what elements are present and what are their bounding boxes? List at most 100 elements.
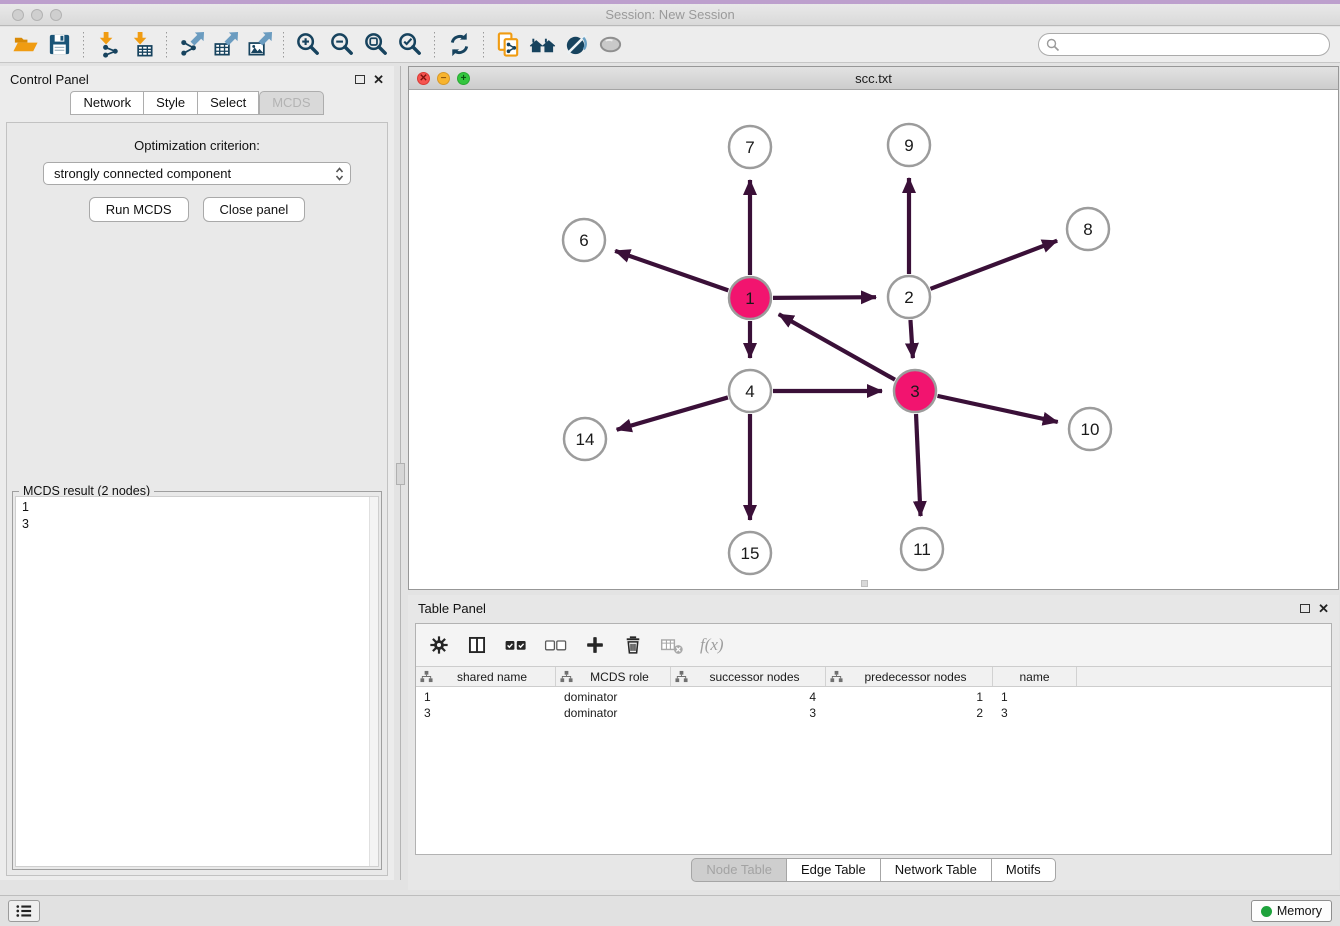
table-cell[interactable]: dominator [556, 705, 671, 721]
svg-text:7: 7 [745, 138, 754, 157]
graph-node-14[interactable]: 14 [564, 418, 606, 460]
tab-mcds[interactable]: MCDS [259, 91, 323, 115]
tab-edge-table[interactable]: Edge Table [787, 858, 881, 882]
run-mcds-button[interactable]: Run MCDS [89, 197, 189, 222]
graph-edge-3-10[interactable] [937, 396, 1057, 422]
svg-text:9: 9 [904, 136, 913, 155]
zoom-selected-icon[interactable] [393, 30, 427, 60]
table-row[interactable]: 3dominator323 [416, 705, 1331, 721]
result-scrollbar[interactable] [369, 497, 378, 866]
graph-node-7[interactable]: 7 [729, 126, 771, 168]
zoom-in-icon[interactable] [291, 30, 325, 60]
table-cell[interactable]: 4 [671, 689, 826, 705]
table-panel-header: Table Panel ✕ [408, 595, 1339, 621]
network-window-title: scc.txt [409, 71, 1338, 86]
tab-style[interactable]: Style [144, 91, 198, 115]
panel-splitter-grip[interactable] [396, 463, 405, 485]
graph-edge-3-11[interactable] [916, 414, 921, 516]
optimization-criterion-select[interactable]: strongly connected component [43, 162, 351, 185]
clone-network-icon[interactable] [491, 30, 525, 60]
column-header-predecessor-nodes[interactable]: predecessor nodes [826, 667, 993, 686]
zoom-out-icon[interactable] [325, 30, 359, 60]
graph-node-8[interactable]: 8 [1067, 208, 1109, 250]
export-image-icon[interactable] [242, 30, 276, 60]
select-all-rows-icon[interactable] [504, 635, 528, 655]
graph-node-2[interactable]: 2 [888, 276, 930, 318]
memory-button[interactable]: Memory [1251, 900, 1332, 922]
graph-node-1[interactable]: 1 [729, 277, 771, 319]
graph-edge-2-8[interactable] [931, 241, 1058, 289]
tab-network[interactable]: Network [70, 91, 144, 115]
table-cell[interactable]: dominator [556, 689, 671, 705]
toolbar-separator [83, 32, 84, 58]
svg-text:15: 15 [741, 544, 760, 563]
float-panel-icon[interactable] [355, 75, 365, 84]
graph-node-3[interactable]: 3 [894, 370, 936, 412]
open-session-icon[interactable] [8, 30, 42, 60]
deselect-all-rows-icon[interactable] [544, 635, 568, 655]
network-window-titlebar[interactable]: scc.txt ✕ − + [409, 67, 1338, 90]
table-settings-icon[interactable] [428, 634, 450, 656]
hide-graphics-icon[interactable] [593, 30, 627, 60]
delete-column-icon[interactable] [622, 634, 644, 656]
table-row[interactable]: 1dominator411 [416, 689, 1331, 705]
graph-edge-3-1[interactable] [779, 314, 895, 380]
tab-motifs[interactable]: Motifs [992, 858, 1056, 882]
graph-node-15[interactable]: 15 [729, 532, 771, 574]
svg-text:11: 11 [913, 540, 931, 559]
graph-svg[interactable]: 7 9 6 8 1 2 4 3 14 10 15 11 [409, 90, 1338, 589]
add-column-icon[interactable] [584, 634, 606, 656]
control-panel-title: Control Panel [10, 72, 89, 87]
table-cell[interactable]: 3 [416, 705, 556, 721]
task-history-button[interactable] [8, 900, 40, 922]
table-cell[interactable]: 1 [993, 689, 1077, 705]
search-input[interactable] [1060, 36, 1329, 54]
close-table-panel-icon[interactable]: ✕ [1318, 602, 1329, 615]
save-session-icon[interactable] [42, 30, 76, 60]
mcds-result-group: MCDS result (2 nodes) 1 3 [12, 491, 382, 870]
table-cell[interactable]: 3 [671, 705, 826, 721]
import-table-icon[interactable] [125, 30, 159, 60]
column-header-successor-nodes[interactable]: successor nodes [671, 667, 826, 686]
tab-network-table[interactable]: Network Table [881, 858, 992, 882]
table-panel-tabs: Node TableEdge TableNetwork TableMotifs [408, 858, 1339, 882]
float-table-panel-icon[interactable] [1300, 604, 1310, 613]
zoom-fit-icon[interactable] [359, 30, 393, 60]
graph-node-9[interactable]: 9 [888, 124, 930, 166]
table-cell[interactable]: 3 [993, 705, 1077, 721]
graph-node-10[interactable]: 10 [1069, 408, 1111, 450]
import-network-icon[interactable] [91, 30, 125, 60]
close-panel-icon[interactable]: ✕ [373, 73, 384, 86]
close-panel-button[interactable]: Close panel [203, 197, 306, 222]
table-cell[interactable]: 1 [826, 689, 993, 705]
tab-select[interactable]: Select [198, 91, 259, 115]
column-header-name[interactable]: name [993, 667, 1077, 686]
task-list-icon [15, 903, 33, 919]
table-cell[interactable]: 2 [826, 705, 993, 721]
mcds-result-area[interactable]: 1 3 [15, 496, 379, 867]
graph-edge-1-6[interactable] [615, 251, 728, 291]
graphics-details-icon[interactable] [559, 30, 593, 60]
memory-status-icon [1261, 906, 1272, 917]
apply-layout-icon[interactable] [442, 30, 476, 60]
graph-edge-1-2[interactable] [773, 297, 876, 298]
export-network-icon[interactable] [174, 30, 208, 60]
search-box[interactable] [1038, 33, 1330, 56]
graph-node-11[interactable]: 11 [901, 528, 943, 570]
graph-edge-2-3[interactable] [910, 320, 912, 358]
first-neighbors-icon[interactable] [525, 30, 559, 60]
network-canvas[interactable]: 7 9 6 8 1 2 4 3 14 10 15 11 [409, 90, 1338, 589]
table-cell[interactable]: 1 [416, 689, 556, 705]
graph-edge-4-14[interactable] [617, 397, 728, 429]
main-toolbar [0, 27, 1340, 63]
column-header-shared-name[interactable]: shared name [416, 667, 556, 686]
show-columns-icon[interactable] [466, 634, 488, 656]
column-header-MCDS-role[interactable]: MCDS role [556, 667, 671, 686]
memory-label: Memory [1277, 904, 1322, 918]
graph-node-4[interactable]: 4 [729, 370, 771, 412]
tab-node-table[interactable]: Node Table [691, 858, 787, 882]
svg-text:14: 14 [576, 430, 595, 449]
graph-node-6[interactable]: 6 [563, 219, 605, 261]
export-table-icon[interactable] [208, 30, 242, 60]
canvas-grip[interactable] [861, 580, 868, 587]
